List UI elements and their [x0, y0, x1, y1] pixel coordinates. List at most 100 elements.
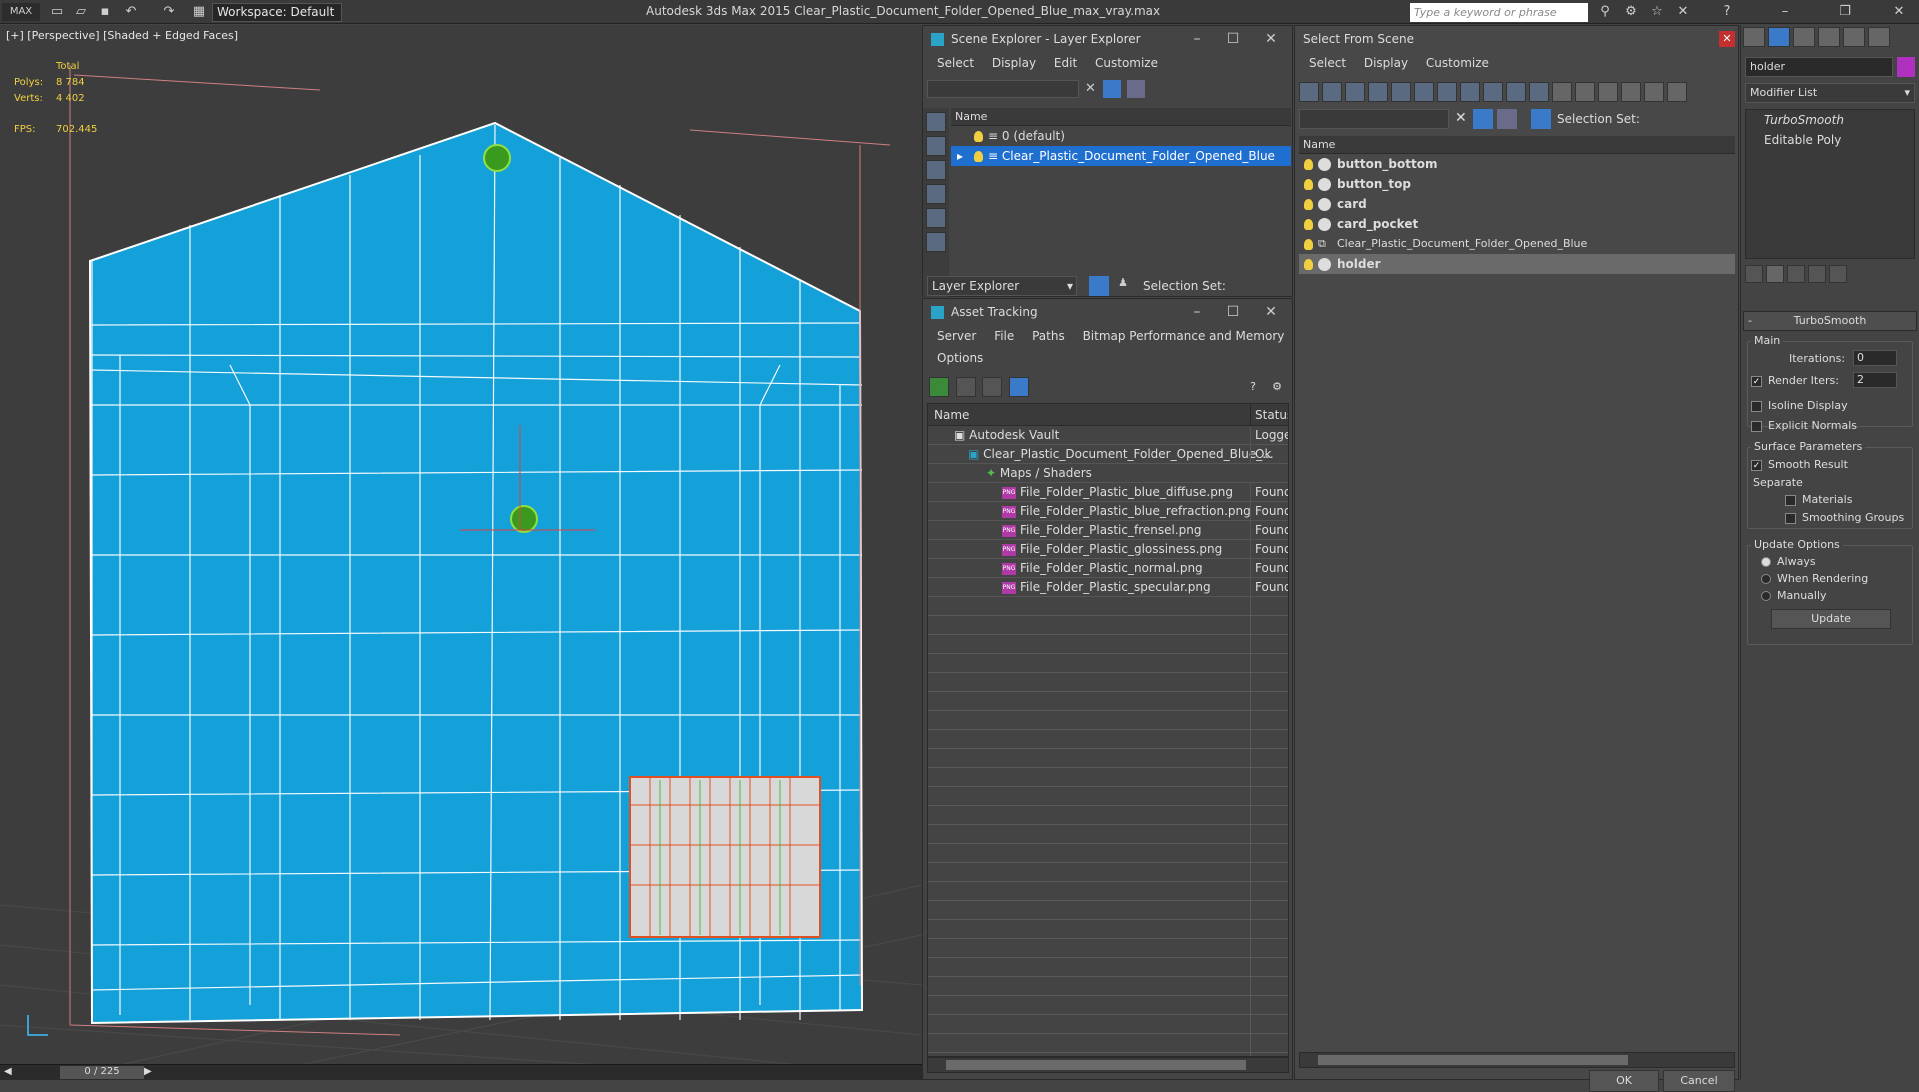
display-helpers-icon[interactable]: [926, 232, 946, 252]
object-row[interactable]: button_bottom: [1299, 154, 1735, 174]
filter-shapes-icon[interactable]: [1322, 82, 1342, 102]
object-name-field[interactable]: holder: [1745, 57, 1893, 77]
object-color-swatch[interactable]: [1897, 57, 1915, 77]
asset-row[interactable]: PNG File_Folder_Plastic_specular.png Found: [928, 578, 1288, 597]
turbosmooth-rollout-header[interactable]: - TurboSmooth: [1743, 311, 1917, 331]
minimize-icon[interactable]: –: [1179, 299, 1215, 325]
asset-row[interactable]: PNG File_Folder_Plastic_normal.png Found: [928, 559, 1288, 578]
asset-row[interactable]: PNG File_Folder_Plastic_blue_diffuse.png F…: [928, 483, 1288, 502]
clear-filter-icon[interactable]: ✕: [1085, 81, 1096, 96]
display-lights-icon[interactable]: [926, 184, 946, 204]
scroll-thumb[interactable]: [946, 1060, 1246, 1070]
menu-edit[interactable]: Edit: [1054, 56, 1077, 70]
time-next-icon[interactable]: ▶: [144, 1066, 152, 1077]
workspace-dropdown[interactable]: Workspace: Default ▾: [212, 3, 342, 36]
select-from-scene-titlebar[interactable]: Select From Scene ✕: [1295, 26, 1738, 52]
col-name[interactable]: Name: [934, 404, 969, 426]
utilities-tab-icon[interactable]: [1868, 27, 1890, 47]
asset-row[interactable]: ▣ Clear_Plastic_Document_Folder_Opened_B…: [928, 445, 1288, 464]
smooth-result-checkbox[interactable]: ✓: [1751, 459, 1762, 471]
redo-icon[interactable]: ↷: [160, 3, 178, 21]
stack-item-turbosmooth[interactable]: TurboSmooth: [1746, 110, 1914, 130]
filter-xrefs-icon[interactable]: [1460, 82, 1480, 102]
filter-bones-icon[interactable]: [1483, 82, 1503, 102]
light-bulb-icon[interactable]: [1304, 259, 1313, 270]
restore-icon[interactable]: ❐: [1836, 3, 1854, 21]
asset-row[interactable]: ▣ Autodesk Vault Logged: [928, 426, 1288, 445]
select-invert-icon[interactable]: [1598, 82, 1618, 102]
display-shapes-icon[interactable]: [926, 160, 946, 180]
layers-icon[interactable]: [1497, 109, 1517, 129]
cancel-button[interactable]: Cancel: [1663, 1070, 1735, 1092]
col-status[interactable]: Status: [1250, 404, 1288, 426]
light-bulb-icon[interactable]: [974, 151, 983, 162]
clear-filter-icon[interactable]: ✕: [1455, 110, 1467, 126]
object-row[interactable]: ⧉ Clear_Plastic_Document_Folder_Opened_Bl…: [1299, 234, 1735, 254]
display-tab-icon[interactable]: [1843, 27, 1865, 47]
iterations-spinner[interactable]: 0: [1853, 350, 1897, 366]
menu-customize[interactable]: Customize: [1095, 56, 1158, 70]
expand-arrow-icon[interactable]: ▸: [951, 146, 969, 166]
light-bulb-icon[interactable]: [1304, 179, 1313, 190]
undo-icon[interactable]: ↶: [122, 3, 140, 21]
select-none-icon[interactable]: [1575, 82, 1595, 102]
materials-checkbox[interactable]: [1785, 494, 1796, 506]
layer-manager-icon[interactable]: [1089, 276, 1109, 296]
app-logo-icon[interactable]: MAX: [2, 3, 40, 21]
make-unique-icon[interactable]: [1787, 265, 1805, 283]
update-button[interactable]: Update: [1771, 609, 1891, 629]
smoothing-groups-checkbox[interactable]: [1785, 512, 1796, 524]
display-objects-icon[interactable]: [926, 112, 946, 132]
render-iters-spinner[interactable]: 2: [1853, 372, 1897, 388]
thumbnail-view-icon[interactable]: [982, 377, 1002, 397]
hierarchy-tab-icon[interactable]: [1793, 27, 1815, 47]
filter-helpers-icon[interactable]: [1391, 82, 1411, 102]
close-icon[interactable]: ✕: [1253, 299, 1289, 325]
asset-row[interactable]: PNG File_Folder_Plastic_glossiness.png Fou…: [928, 540, 1288, 559]
filter-funnel-icon[interactable]: [1621, 82, 1641, 102]
maximize-icon[interactable]: ☐: [1215, 26, 1251, 52]
isoline-checkbox[interactable]: [1751, 400, 1762, 412]
scene-explorer-titlebar[interactable]: Scene Explorer - Layer Explorer – ☐ ✕: [923, 26, 1292, 52]
select-horizontal-scrollbar[interactable]: [1299, 1052, 1735, 1068]
filter-containers-icon[interactable]: [1506, 82, 1526, 102]
filter-icon[interactable]: [1103, 80, 1121, 98]
menu-bitmap[interactable]: Bitmap Performance and Memory: [1083, 329, 1285, 343]
binoculars-icon[interactable]: ⚲: [1596, 3, 1614, 21]
remove-modifier-icon[interactable]: [1808, 265, 1826, 283]
light-bulb-icon[interactable]: [1304, 219, 1313, 230]
object-row[interactable]: button_top: [1299, 174, 1735, 194]
minimize-icon[interactable]: –: [1179, 26, 1215, 52]
asset-horizontal-scrollbar[interactable]: [927, 1057, 1289, 1073]
object-row[interactable]: card_pocket: [1299, 214, 1735, 234]
modifier-list-dropdown[interactable]: Modifier List ▾: [1745, 83, 1915, 103]
light-bulb-icon[interactable]: [974, 131, 983, 142]
object-row[interactable]: card: [1299, 194, 1735, 214]
menu-server[interactable]: Server: [937, 329, 976, 343]
new-file-icon[interactable]: ▭: [48, 3, 66, 21]
settings-icon[interactable]: ⚙: [1267, 377, 1287, 397]
refresh-icon[interactable]: [929, 377, 949, 397]
modify-tab-icon[interactable]: [1768, 27, 1790, 47]
filter-cameras-icon[interactable]: [1368, 82, 1388, 102]
menu-display[interactable]: Display: [1364, 56, 1408, 70]
when-rendering-radio[interactable]: [1761, 574, 1771, 584]
filter-frozen-icon[interactable]: [1529, 82, 1549, 102]
always-radio[interactable]: [1761, 557, 1771, 567]
select-column-header[interactable]: Name: [1299, 136, 1735, 154]
stack-item-editable-poly[interactable]: Editable Poly: [1746, 130, 1914, 150]
keyword-search-input[interactable]: Type a keyword or phrase: [1410, 3, 1588, 22]
filter-active-icon[interactable]: [1473, 109, 1493, 129]
display-geometry-icon[interactable]: [926, 136, 946, 156]
asset-row[interactable]: PNG File_Folder_Plastic_blue_refraction.p…: [928, 502, 1288, 521]
asset-tracking-titlebar[interactable]: Asset Tracking – ☐ ✕: [923, 299, 1292, 325]
menu-display[interactable]: Display: [992, 56, 1036, 70]
layer-tool-icon[interactable]: [1127, 80, 1145, 98]
filter-lights-icon[interactable]: [1345, 82, 1365, 102]
render-iters-checkbox[interactable]: ✓: [1751, 375, 1762, 387]
menu-options[interactable]: Options: [937, 351, 983, 365]
perspective-viewport[interactable]: [+] [Perspective] [Shaded + Edged Faces]…: [0, 25, 922, 1065]
time-prev-icon[interactable]: ◀: [4, 1066, 12, 1077]
time-slider-label[interactable]: 0 / 225: [60, 1066, 144, 1079]
table-view-icon[interactable]: [1008, 377, 1029, 397]
